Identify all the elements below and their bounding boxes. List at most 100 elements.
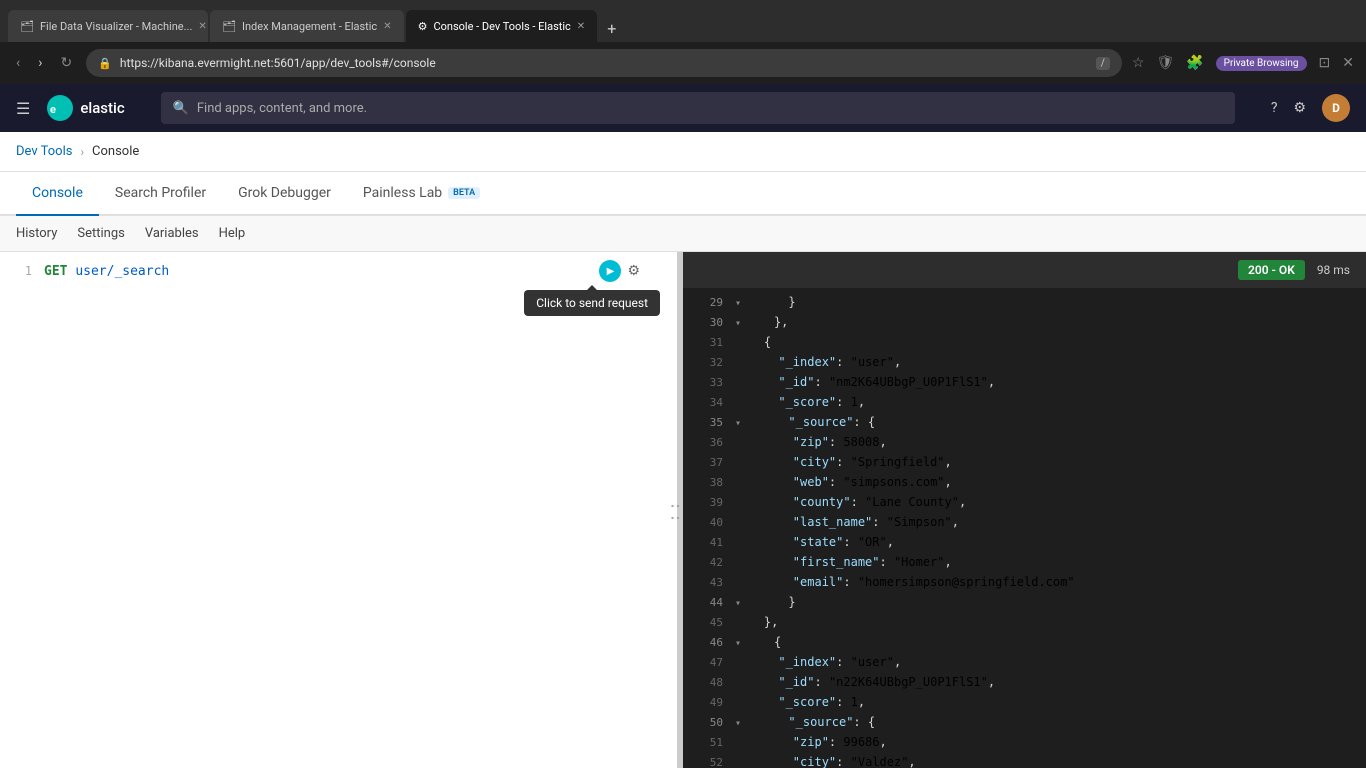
output-line-content: "_index": "user",: [735, 355, 901, 369]
output-line-content: "zip": 99686,: [735, 735, 887, 749]
output-line-content: "_id": "n22K64UBbgP_U0P1FlS1",: [735, 675, 995, 689]
output-line-number: 50: [691, 716, 723, 729]
output-line-number: 51: [691, 736, 723, 749]
main-content: 1 GET user/_search ▶ ⚙ Click to send req…: [0, 252, 1366, 768]
collapse-toggle-icon[interactable]: ▾: [735, 318, 741, 329]
output-line-content: "last_name": "Simpson",: [735, 515, 959, 529]
output-line-content: "_score": 1,: [735, 695, 865, 709]
output-line-number: 45: [691, 616, 723, 629]
output-line-content: "county": "Lane County",: [735, 495, 966, 509]
browser-tabs: 🗂 File Data Visualizer - Machine... ✕ 🗂 …: [8, 0, 624, 42]
output-line-content: "first_name": "Homer",: [735, 555, 952, 569]
tab-console-label: Console: [32, 185, 83, 201]
tab-search-profiler[interactable]: Search Profiler: [99, 172, 222, 216]
output-line-number: 39: [691, 496, 723, 509]
output-line-content: "_index": "user",: [735, 655, 901, 669]
shield-icon[interactable]: 🛡: [1156, 55, 1174, 71]
address-bar-row: ‹ › ↻ 🔒 https://kibana.evermight.net:560…: [0, 42, 1366, 84]
user-avatar[interactable]: D: [1322, 94, 1350, 122]
output-line: 52 "city": "Valdez",: [683, 752, 1366, 768]
tab-grok-debugger[interactable]: Grok Debugger: [222, 172, 347, 216]
tab-file-visualizer[interactable]: 🗂 File Data Visualizer - Machine... ✕: [8, 10, 208, 42]
tab-icon: 🗂: [222, 20, 236, 33]
output-line-number: 37: [691, 456, 723, 469]
app-logo: e elastic: [46, 94, 124, 122]
refresh-button[interactable]: ↻: [56, 51, 76, 75]
send-request-button[interactable]: ▶: [599, 260, 621, 282]
settings-icon[interactable]: ⚙: [1293, 100, 1306, 116]
tab-search-profiler-label: Search Profiler: [115, 185, 206, 201]
collapse-toggle-icon[interactable]: ▾: [735, 418, 741, 429]
breadcrumb-devtools[interactable]: Dev Tools: [16, 144, 72, 159]
output-line-content: ▾ "_source": {: [735, 715, 875, 729]
status-badge: 200 - OK: [1238, 260, 1305, 280]
output-line-content: "city": "Springfield",: [735, 455, 952, 469]
new-tab-button[interactable]: +: [599, 15, 624, 42]
panel-resize-handle[interactable]: ⋮⋮: [677, 252, 680, 768]
output-line-content: "city": "Valdez",: [735, 755, 916, 768]
output-line-content: ▾ },: [735, 315, 788, 329]
variables-button[interactable]: Variables: [145, 226, 199, 241]
breadcrumb-bar: Dev Tools › Console: [0, 132, 1366, 172]
tab-console[interactable]: Console: [16, 172, 99, 216]
global-search[interactable]: 🔍 Find apps, content, and more.: [161, 92, 1235, 124]
output-line-content: ▾ "_source": {: [735, 415, 875, 429]
lock-icon: 🔒: [98, 57, 112, 70]
collapse-toggle-icon[interactable]: ▾: [735, 638, 741, 649]
endpoint: user/_search: [75, 264, 169, 279]
output-line-content: ▾ }: [735, 295, 796, 309]
tab-close-icon[interactable]: ✕: [577, 21, 585, 32]
settings-button[interactable]: Settings: [77, 226, 124, 241]
tab-close-icon[interactable]: ✕: [383, 21, 391, 32]
tab-console[interactable]: ⚙ Console - Dev Tools - Elastic ✕: [406, 10, 598, 42]
drag-dots-icon: ⋮⋮: [669, 498, 683, 522]
output-line: 44▾ }: [683, 592, 1366, 612]
output-line-number: 49: [691, 696, 723, 709]
tab-index-management[interactable]: 🗂 Index Management - Elastic ✕: [210, 10, 404, 42]
editor-line-1: 1 GET user/_search: [0, 260, 680, 282]
close-window-icon[interactable]: ✕: [1342, 55, 1354, 71]
output-line: 32 "_index": "user",: [683, 352, 1366, 372]
tab-icon: ⚙: [418, 20, 428, 33]
collapse-toggle-icon[interactable]: ▾: [735, 718, 741, 729]
request-settings-icon[interactable]: ⚙: [627, 263, 640, 279]
output-line-number: 32: [691, 356, 723, 369]
window-controls-icon[interactable]: ⊡: [1319, 55, 1331, 71]
output-line: 43 "email": "homersimpson@springfield.co…: [683, 572, 1366, 592]
output-line-number: 35: [691, 416, 723, 429]
back-button[interactable]: ‹: [12, 51, 24, 75]
editor-content[interactable]: 1 GET user/_search: [0, 252, 680, 768]
history-button[interactable]: History: [16, 226, 57, 241]
output-line-content: "email": "homersimpson@springfield.com": [735, 575, 1075, 589]
tab-close-icon[interactable]: ✕: [198, 21, 206, 32]
breadcrumb-separator: ›: [80, 145, 84, 159]
output-line-content: ▾ {: [735, 635, 781, 649]
app-topnav: ☰ e elastic 🔍 Find apps, content, and mo…: [0, 84, 1366, 132]
output-line-content: "web": "simpsons.com",: [735, 475, 952, 489]
editor-line-content: GET user/_search: [44, 264, 169, 279]
editor-panel: 1 GET user/_search ▶ ⚙ Click to send req…: [0, 252, 683, 768]
collapse-toggle-icon[interactable]: ▾: [735, 598, 741, 609]
collapse-toggle-icon[interactable]: ▾: [735, 298, 741, 309]
output-line-content: {: [735, 335, 771, 349]
forward-button[interactable]: ›: [34, 51, 46, 75]
output-line: 47 "_index": "user",: [683, 652, 1366, 672]
output-line-number: 38: [691, 476, 723, 489]
output-line-number: 41: [691, 536, 723, 549]
tab-label: File Data Visualizer - Machine...: [40, 20, 192, 33]
output-content: 29▾ }30▾ },31 {32 "_index": "user",33 "_…: [683, 288, 1366, 768]
hamburger-menu[interactable]: ☰: [16, 99, 30, 118]
address-bar[interactable]: 🔒 https://kibana.evermight.net:5601/app/…: [86, 49, 1122, 77]
help-button[interactable]: Help: [219, 226, 246, 241]
tab-painless-lab[interactable]: Painless Lab BETA: [347, 172, 496, 216]
output-line: 39 "county": "Lane County",: [683, 492, 1366, 512]
output-line: 51 "zip": 99686,: [683, 732, 1366, 752]
output-line-number: 33: [691, 376, 723, 389]
bookmark-icon[interactable]: ☆: [1132, 55, 1145, 71]
extensions-icon[interactable]: 🧩: [1186, 55, 1203, 71]
output-line: 33 "_id": "nm2K64UBbgP_U0P1FlS1",: [683, 372, 1366, 392]
tab-label: Index Management - Elastic: [242, 20, 377, 33]
help-icon[interactable]: ?: [1271, 100, 1278, 116]
output-toolbar: 200 - OK 98 ms: [683, 252, 1366, 288]
editor-toolbar: History Settings Variables Help: [0, 216, 1366, 252]
